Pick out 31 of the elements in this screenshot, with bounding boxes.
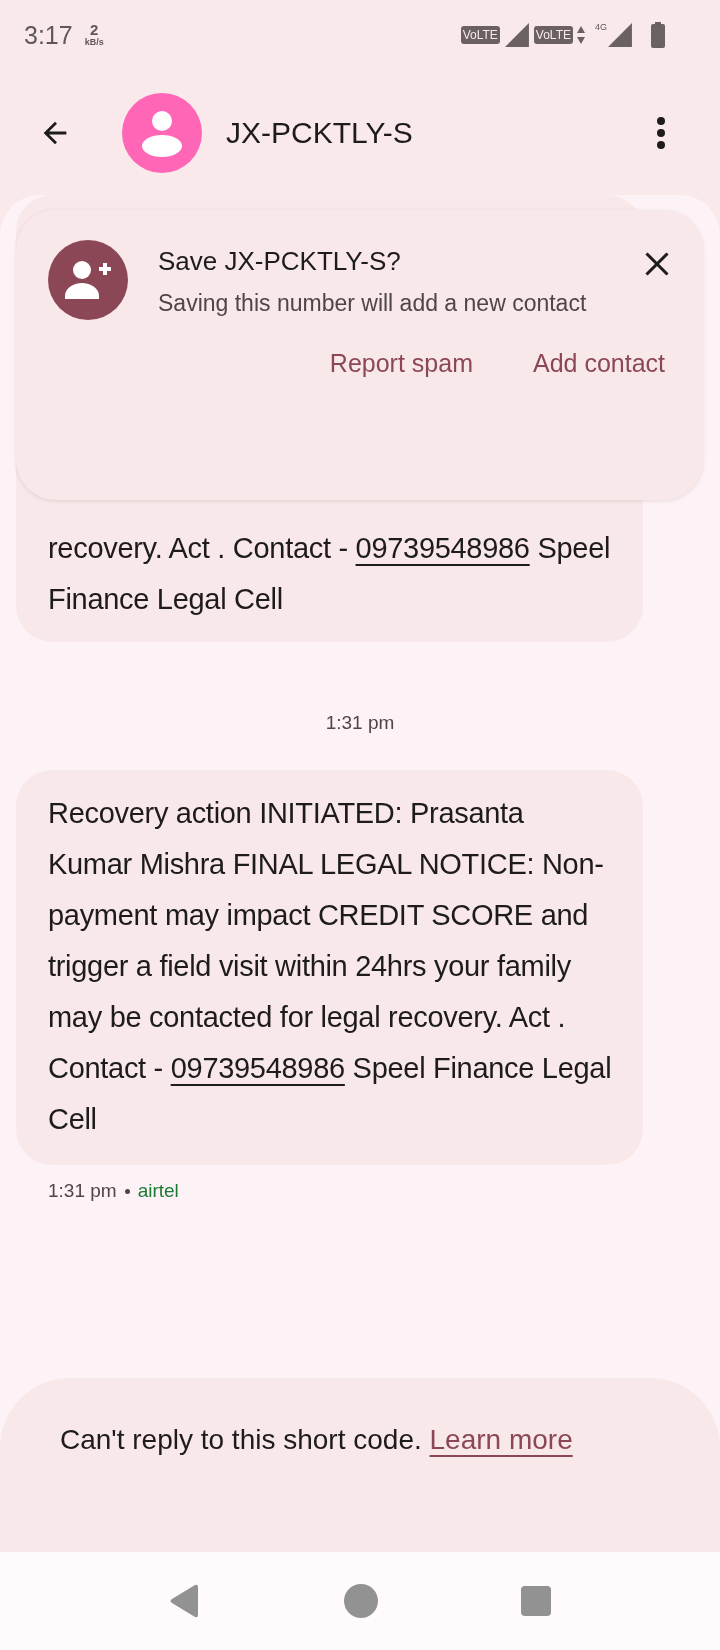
network-type: 4G <box>595 22 607 32</box>
volte-badge: VoLTE <box>460 26 500 44</box>
signal-icon <box>607 22 633 48</box>
signal-icon <box>503 22 530 48</box>
close-icon[interactable] <box>643 250 671 278</box>
message-time: 1:31 pm <box>48 1179 117 1203</box>
prompt-title: Save JX-PCKTLY-S? <box>158 245 402 278</box>
clock-time: 3:17 <box>24 20 73 50</box>
volte-badge: VoLTE <box>533 26 573 44</box>
speed-value: 2 <box>90 23 99 37</box>
speed-unit: kB/s <box>84 37 104 47</box>
timestamp: 1:31 pm <box>325 711 395 735</box>
separator-dot <box>124 1188 130 1194</box>
data-arrows-icon <box>577 25 585 45</box>
add-person-icon <box>48 240 128 320</box>
battery-icon <box>651 22 665 48</box>
add-contact-button[interactable]: Add contact <box>532 349 665 378</box>
carrier-name: airtel <box>137 1179 179 1203</box>
home-nav-icon[interactable] <box>344 1584 378 1618</box>
reply-notice-text: Can't reply to this short code. Learn more <box>60 1423 574 1457</box>
learn-more-link[interactable]: Learn more <box>429 1424 573 1455</box>
back-nav-icon[interactable] <box>169 1584 201 1618</box>
phone-link[interactable]: 09739548986 <box>170 1052 345 1084</box>
prompt-subtitle: Saving this number will add a new contact <box>158 289 588 318</box>
message-text: recovery. Act . Contact - 09739548986 Speel Finance Legal Cell <box>48 531 612 617</box>
report-spam-button[interactable]: Report spam <box>329 349 473 378</box>
phone-link[interactable]: 09739548986 <box>355 532 530 564</box>
more-options-icon[interactable] <box>656 115 666 150</box>
avatar-icon[interactable] <box>122 92 202 173</box>
conversation-title: JX-PCKTLY-S <box>226 115 413 150</box>
message-text: Recovery action INITIATED: Prasanta Kumar Mishra FINAL LEGAL NOTICE: Non-payment may impact CREDIT SCORE and trigger a field visit within 24hrs your family may be contacted for legal recovery. Act . Contact - 09739548986 Speel Finance Legal Cell <box>48 796 613 1137</box>
